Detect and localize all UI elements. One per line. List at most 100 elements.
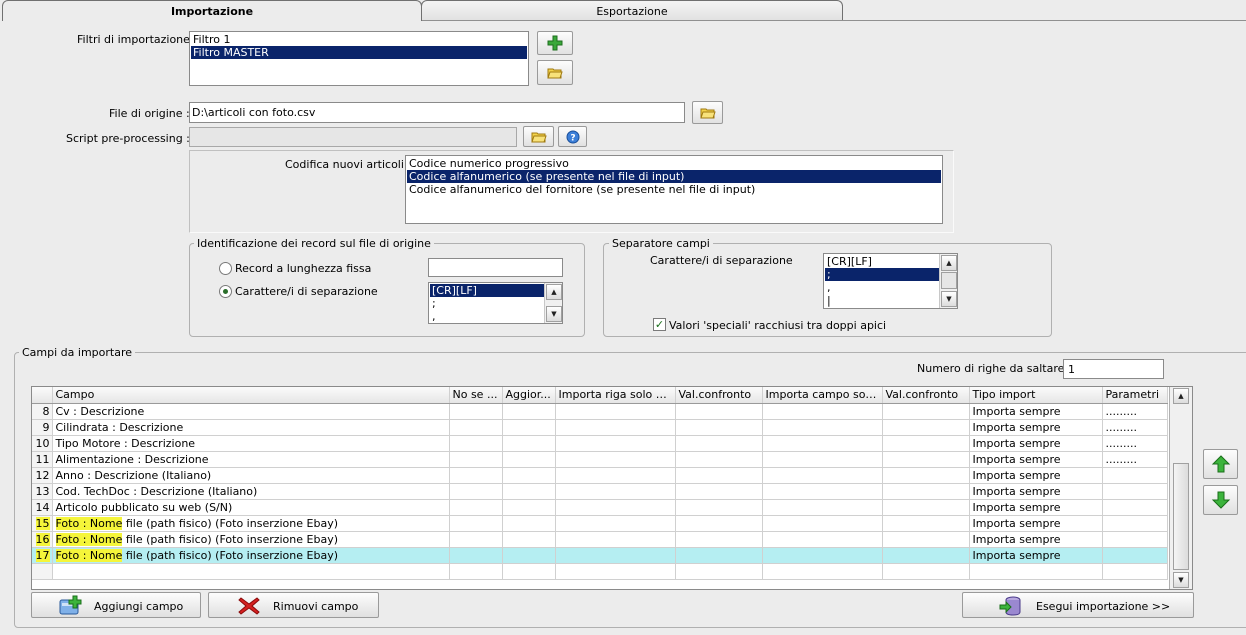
table-cell[interactable]: Importa sempre — [969, 403, 1103, 420]
source-file-input[interactable]: D:\articoli con foto.csv — [189, 102, 685, 123]
table-row[interactable]: 12 Anno : Descrizione (Italiano) Importa s… — [32, 467, 1168, 484]
column-header[interactable]: Parametri — [1102, 387, 1168, 404]
table-cell[interactable] — [449, 467, 503, 484]
table-cell[interactable] — [882, 531, 970, 548]
table-cell[interactable] — [449, 435, 503, 452]
table-cell[interactable] — [1102, 499, 1168, 516]
add-field-button[interactable]: Aggiungi campo — [31, 592, 201, 618]
fixed-length-input[interactable] — [428, 258, 563, 277]
table-cell[interactable] — [762, 419, 883, 436]
table-cell[interactable] — [449, 403, 503, 420]
table-cell[interactable] — [882, 515, 970, 532]
table-cell[interactable] — [762, 499, 883, 516]
tab-importazione[interactable]: Importazione — [2, 0, 422, 21]
table-cell[interactable] — [762, 403, 883, 420]
fields-grid[interactable]: Campo No se ... Aggior... Importa riga s… — [31, 386, 1193, 590]
filters-list[interactable]: Filtro 1 Filtro MASTER — [189, 31, 529, 86]
table-cell[interactable] — [502, 467, 556, 484]
browse-source-button[interactable] — [692, 101, 723, 124]
table-cell[interactable] — [502, 563, 556, 580]
scroll-down-button[interactable]: ▼ — [1173, 572, 1189, 588]
table-cell[interactable] — [675, 563, 763, 580]
table-cell[interactable] — [555, 547, 676, 564]
table-cell[interactable] — [762, 563, 883, 580]
table-cell[interactable]: Tipo Motore : Descrizione — [52, 435, 450, 452]
table-cell[interactable] — [882, 435, 970, 452]
table-cell[interactable] — [882, 467, 970, 484]
table-cell[interactable] — [675, 451, 763, 468]
table-cell[interactable]: Foto : Nome file (path fisico) (Foto ins… — [52, 531, 450, 548]
table-row[interactable]: 8 Cv : Descrizione Importa sempre......... — [32, 403, 1168, 420]
table-cell[interactable] — [502, 435, 556, 452]
table-cell[interactable]: Cv : Descrizione — [52, 403, 450, 420]
table-cell[interactable] — [502, 483, 556, 500]
table-cell[interactable] — [762, 547, 883, 564]
list-item[interactable]: | — [825, 294, 956, 307]
table-cell[interactable] — [1102, 483, 1168, 500]
field-separator-list[interactable]: [CR][LF] ; , | ▲ ▼ — [823, 253, 958, 309]
separator-radio-label[interactable]: Carattere/i di separazione — [235, 285, 378, 298]
separator-radio[interactable] — [219, 285, 232, 298]
table-cell[interactable] — [969, 563, 1103, 580]
table-cell[interactable]: Foto : Nome file (path fisico) (Foto ins… — [52, 547, 450, 564]
table-cell[interactable] — [449, 547, 503, 564]
table-cell[interactable] — [882, 499, 970, 516]
fixed-length-label[interactable]: Record a lunghezza fissa — [235, 262, 371, 275]
table-row[interactable]: 15 Foto : Nome file (path fisico) (Foto i… — [32, 515, 1168, 532]
table-cell[interactable]: Importa sempre — [969, 531, 1103, 548]
column-header[interactable]: Campo — [52, 387, 450, 404]
table-cell[interactable] — [555, 451, 676, 468]
table-cell[interactable]: Cilindrata : Descrizione — [52, 419, 450, 436]
row-number[interactable]: 12 — [32, 467, 53, 484]
table-cell[interactable]: Alimentazione : Descrizione — [52, 451, 450, 468]
table-row[interactable]: 11 Alimentazione : Descrizione Importa sem… — [32, 451, 1168, 468]
row-number[interactable]: 16 — [32, 531, 53, 548]
table-cell[interactable] — [675, 403, 763, 420]
column-header[interactable]: Aggior... — [502, 387, 556, 404]
row-number[interactable]: 13 — [32, 483, 53, 500]
table-row[interactable]: 17 Foto : Nome file (path fisico) (Foto i… — [32, 547, 1168, 564]
scroll-up-button[interactable]: ▲ — [1173, 388, 1189, 404]
row-number[interactable]: 11 — [32, 451, 53, 468]
row-number[interactable]: 9 — [32, 419, 53, 436]
table-cell[interactable] — [1102, 467, 1168, 484]
list-item[interactable]: Codice alfanumerico del fornitore (se pr… — [407, 183, 941, 196]
table-cell[interactable]: Importa sempre — [969, 499, 1103, 516]
row-number[interactable]: 17 — [32, 547, 53, 564]
column-header[interactable]: Tipo import — [969, 387, 1103, 404]
row-number[interactable] — [32, 563, 53, 580]
fixed-length-radio[interactable] — [219, 262, 232, 275]
table-cell[interactable] — [882, 403, 970, 420]
column-header[interactable]: Val.confronto — [675, 387, 763, 404]
table-cell[interactable] — [449, 531, 503, 548]
table-cell[interactable] — [555, 419, 676, 436]
move-down-button[interactable] — [1203, 485, 1238, 515]
scroll-thumb[interactable] — [941, 272, 957, 289]
scroll-down-button[interactable]: ▼ — [941, 291, 957, 307]
table-cell[interactable] — [675, 547, 763, 564]
table-row[interactable]: 16 Foto : Nome file (path fisico) (Foto i… — [32, 531, 1168, 548]
scroll-up-button[interactable]: ▲ — [546, 284, 562, 300]
table-cell[interactable]: Importa sempre — [969, 435, 1103, 452]
run-import-button[interactable]: Esegui importazione >> — [962, 592, 1194, 618]
table-cell[interactable] — [762, 467, 883, 484]
table-cell[interactable] — [555, 483, 676, 500]
encoding-list[interactable]: Codice numerico progressivo Codice alfan… — [405, 155, 943, 224]
table-row[interactable]: 10 Tipo Motore : Descrizione Importa sempr… — [32, 435, 1168, 452]
table-cell[interactable]: Importa sempre — [969, 547, 1103, 564]
table-row[interactable]: 13 Cod. TechDoc : Descrizione (Italiano) I… — [32, 483, 1168, 500]
browse-script-button[interactable] — [523, 126, 554, 147]
table-row[interactable]: 14 Articolo pubblicato su web (S/N) Import… — [32, 499, 1168, 516]
table-cell[interactable]: Foto : Nome file (path fisico) (Foto ins… — [52, 515, 450, 532]
table-cell[interactable] — [502, 531, 556, 548]
column-header[interactable]: Importa riga solo se... — [555, 387, 676, 404]
list-item[interactable]: Codice numerico progressivo — [407, 157, 941, 170]
table-cell[interactable]: Importa sempre — [969, 515, 1103, 532]
table-cell[interactable] — [1102, 515, 1168, 532]
table-cell[interactable] — [555, 515, 676, 532]
grid-scrollbar[interactable]: ▲ ▼ — [1169, 387, 1192, 589]
table-cell[interactable] — [762, 515, 883, 532]
table-cell[interactable]: Importa sempre — [969, 451, 1103, 468]
table-cell[interactable] — [555, 499, 676, 516]
table-cell[interactable] — [555, 403, 676, 420]
